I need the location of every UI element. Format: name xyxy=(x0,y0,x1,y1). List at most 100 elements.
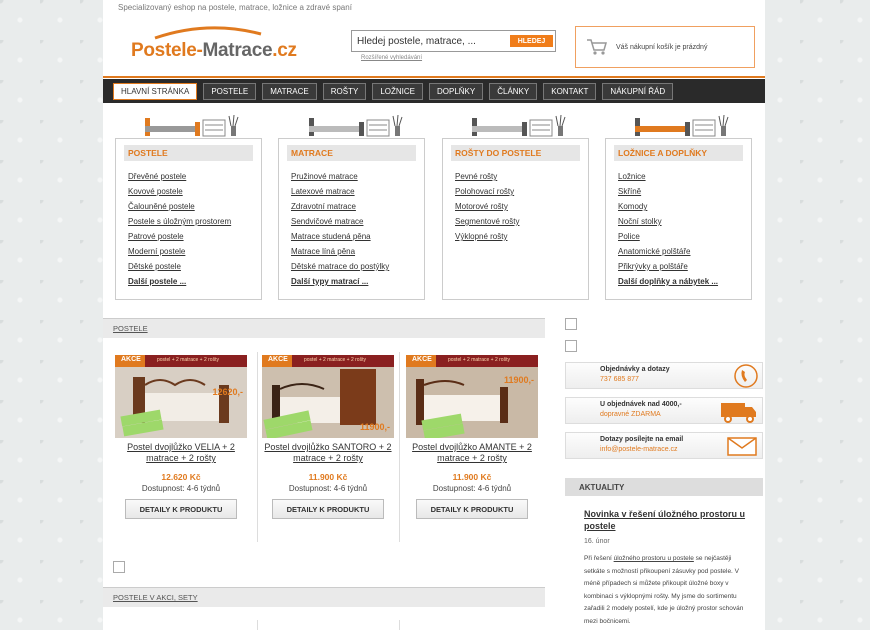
product-availability: Dostupnost: 4-6 týdnů xyxy=(288,484,368,493)
category-link[interactable]: Moderní postele xyxy=(128,244,261,259)
category-link[interactable]: Komody xyxy=(618,199,751,214)
shipping-info-box[interactable]: U objednávek nad 4000,- dopravné ZDARMA xyxy=(565,397,763,424)
category-more-link[interactable]: Další typy matrací ... xyxy=(291,274,424,289)
main-nav: Hlavní stránka Postele Matrace Rošty Lož… xyxy=(103,79,765,103)
nav-item-home[interactable]: Hlavní stránka xyxy=(113,82,198,100)
product-image[interactable]: AKCE postel + 2 matrace + 2 rošty 11900,… xyxy=(406,355,538,438)
category-link[interactable]: Noční stolky xyxy=(618,214,751,229)
tagline: Specializovaný eshop na postele, matrace… xyxy=(118,3,352,12)
product-image[interactable]: AKCE postel + 2 matrace + 2 rošty 12620,… xyxy=(115,355,247,438)
nav-item-rosty[interactable]: Rošty xyxy=(322,82,367,100)
nav-item-postele[interactable]: Postele xyxy=(203,82,257,100)
category-link[interactable]: Motorové rošty xyxy=(455,199,588,214)
nav-item-clanky[interactable]: Články xyxy=(489,82,538,100)
category-link[interactable]: Police xyxy=(618,229,751,244)
phone-icon xyxy=(734,364,758,388)
product-price: 11.900 Kč xyxy=(452,472,492,482)
placeholder-checkbox[interactable] xyxy=(565,318,577,330)
category-more-link[interactable]: Další postele ... xyxy=(128,274,261,289)
product-detail-button[interactable]: DETAILY K PRODUKTU xyxy=(416,499,528,519)
product-card: AKCE postel + 2 matrace + 2 rošty 12620,… xyxy=(111,355,251,540)
category-link[interactable]: Sendvičové matrace xyxy=(291,214,424,229)
bed-illustration-icon xyxy=(145,114,239,137)
product-image-badge: AKCE xyxy=(121,356,141,363)
advanced-search-link[interactable]: Rozšířené vyhledávání xyxy=(361,55,422,61)
shipping-label: U objednávek nad 4000,- xyxy=(600,401,682,408)
cart-icon xyxy=(587,39,607,55)
placeholder-checkbox[interactable] xyxy=(565,340,577,352)
section-header-postele[interactable]: POSTELE xyxy=(103,318,545,338)
category-link[interactable]: Dětské matrace do postýlky xyxy=(291,259,424,274)
category-title[interactable]: ROŠTY DO POSTELE xyxy=(451,145,580,161)
category-link[interactable]: Skříně xyxy=(618,184,751,199)
product-image-badge: AKCE xyxy=(268,356,288,363)
category-link[interactable]: Čalouněné postele xyxy=(128,199,261,214)
product-divider xyxy=(257,620,258,630)
search-button[interactable]: HLEDEJ xyxy=(510,35,553,47)
logo-swoosh-icon xyxy=(154,26,262,40)
product-image-price: 12620,- xyxy=(212,387,243,397)
cart-box[interactable]: Váš nákupní košík je prázdný xyxy=(575,26,755,68)
bed-illustration-icon xyxy=(472,114,566,137)
news-title[interactable]: Novinka v řešení úložného prostoru u pos… xyxy=(584,508,752,532)
category-box-postele: POSTELE Dřevěné postele Kovové postele Č… xyxy=(115,138,262,300)
product-image[interactable]: AKCE postel + 2 matrace + 2 rošty 11900,… xyxy=(262,355,394,438)
product-detail-button[interactable]: DETAILY K PRODUKTU xyxy=(125,499,237,519)
category-title[interactable]: MATRACE xyxy=(287,145,416,161)
product-name[interactable]: Postel dvojlůžko SANTORO + 2 matrace + 2… xyxy=(258,442,398,464)
category-more-link[interactable]: Další doplňky a nábytek ... xyxy=(618,274,751,289)
email-info-box[interactable]: Dotazy posílejte na email info@postele-m… xyxy=(565,432,763,459)
nav-item-loznice[interactable]: Ložnice xyxy=(372,82,423,100)
nav-item-nakupni-rad[interactable]: Nákupní řád xyxy=(602,82,674,100)
product-image-banner: postel + 2 matrace + 2 rošty xyxy=(304,357,366,363)
category-link[interactable]: Postele s úložným prostorem xyxy=(128,214,261,229)
category-link[interactable]: Kovové postele xyxy=(128,184,261,199)
orders-info-box[interactable]: Objednávky a dotazy 737 685 877 xyxy=(565,362,763,389)
page-container: Specializovaný eshop na postele, matrace… xyxy=(103,0,765,630)
search-input[interactable] xyxy=(357,32,502,50)
category-link[interactable]: Latexové matrace xyxy=(291,184,424,199)
envelope-icon xyxy=(727,437,757,456)
product-divider xyxy=(399,352,400,542)
category-link[interactable]: Segmentové rošty xyxy=(455,214,588,229)
product-price: 12.620 Kč xyxy=(161,472,201,482)
product-detail-button[interactable]: DETAILY K PRODUKTU xyxy=(272,499,384,519)
product-name[interactable]: Postel dvojlůžko VELIA + 2 matrace + 2 r… xyxy=(111,442,251,464)
nav-item-kontakt[interactable]: Kontakt xyxy=(543,82,597,100)
logo[interactable]: Postele-Matrace.cz xyxy=(131,40,297,62)
orders-label: Objednávky a dotazy xyxy=(600,366,670,373)
news-text-part: se nejčastěji setkáte s možností přikoup… xyxy=(584,555,744,625)
category-link[interactable]: Matrace studená pěna xyxy=(291,229,424,244)
product-name[interactable]: Postel dvojlůžko AMANTE + 2 matrace + 2 … xyxy=(402,442,542,464)
category-link[interactable]: Polohovací rošty xyxy=(455,184,588,199)
category-link[interactable]: Výklopné rošty xyxy=(455,229,588,244)
phone-number: 737 685 877 xyxy=(600,376,639,383)
product-price: 11.900 Kč xyxy=(308,472,348,482)
section-header-akce[interactable]: POSTELE V AKCI, SETY xyxy=(103,587,545,607)
category-title[interactable]: POSTELE xyxy=(124,145,253,161)
category-link[interactable]: Dětské postele xyxy=(128,259,261,274)
category-link[interactable]: Přikrývky a polštáře xyxy=(618,259,751,274)
category-link[interactable]: Ložnice xyxy=(618,169,751,184)
category-link[interactable]: Dřevěné postele xyxy=(128,169,261,184)
placeholder-checkbox[interactable] xyxy=(113,561,125,573)
bed-illustration-icon xyxy=(635,114,729,137)
product-image-price: 11900,- xyxy=(359,422,390,432)
logo-text-part2: Matrace xyxy=(202,40,273,61)
logo-text-part3: .cz xyxy=(272,40,297,61)
category-link[interactable]: Pevné rošty xyxy=(455,169,588,184)
category-title[interactable]: LOŽNICE A DOPLŇKY xyxy=(614,145,743,161)
category-link[interactable]: Matrace líná pěna xyxy=(291,244,424,259)
category-link[interactable]: Patrové postele xyxy=(128,229,261,244)
shipping-value: dopravné ZDARMA xyxy=(600,411,661,418)
category-link[interactable]: Pružinové matrace xyxy=(291,169,424,184)
nav-item-doplnky[interactable]: Doplňky xyxy=(428,82,484,100)
bed-photo-icon xyxy=(406,355,538,438)
product-image-price: 11900,- xyxy=(503,375,534,385)
category-link[interactable]: Anatomické polštáře xyxy=(618,244,751,259)
bed-illustration-icon xyxy=(309,114,403,137)
category-link[interactable]: Zdravotní matrace xyxy=(291,199,424,214)
nav-item-matrace[interactable]: Matrace xyxy=(262,82,317,100)
search-box: HLEDEJ xyxy=(351,30,556,52)
news-inline-link[interactable]: úložného prostoru u postele xyxy=(614,555,694,562)
